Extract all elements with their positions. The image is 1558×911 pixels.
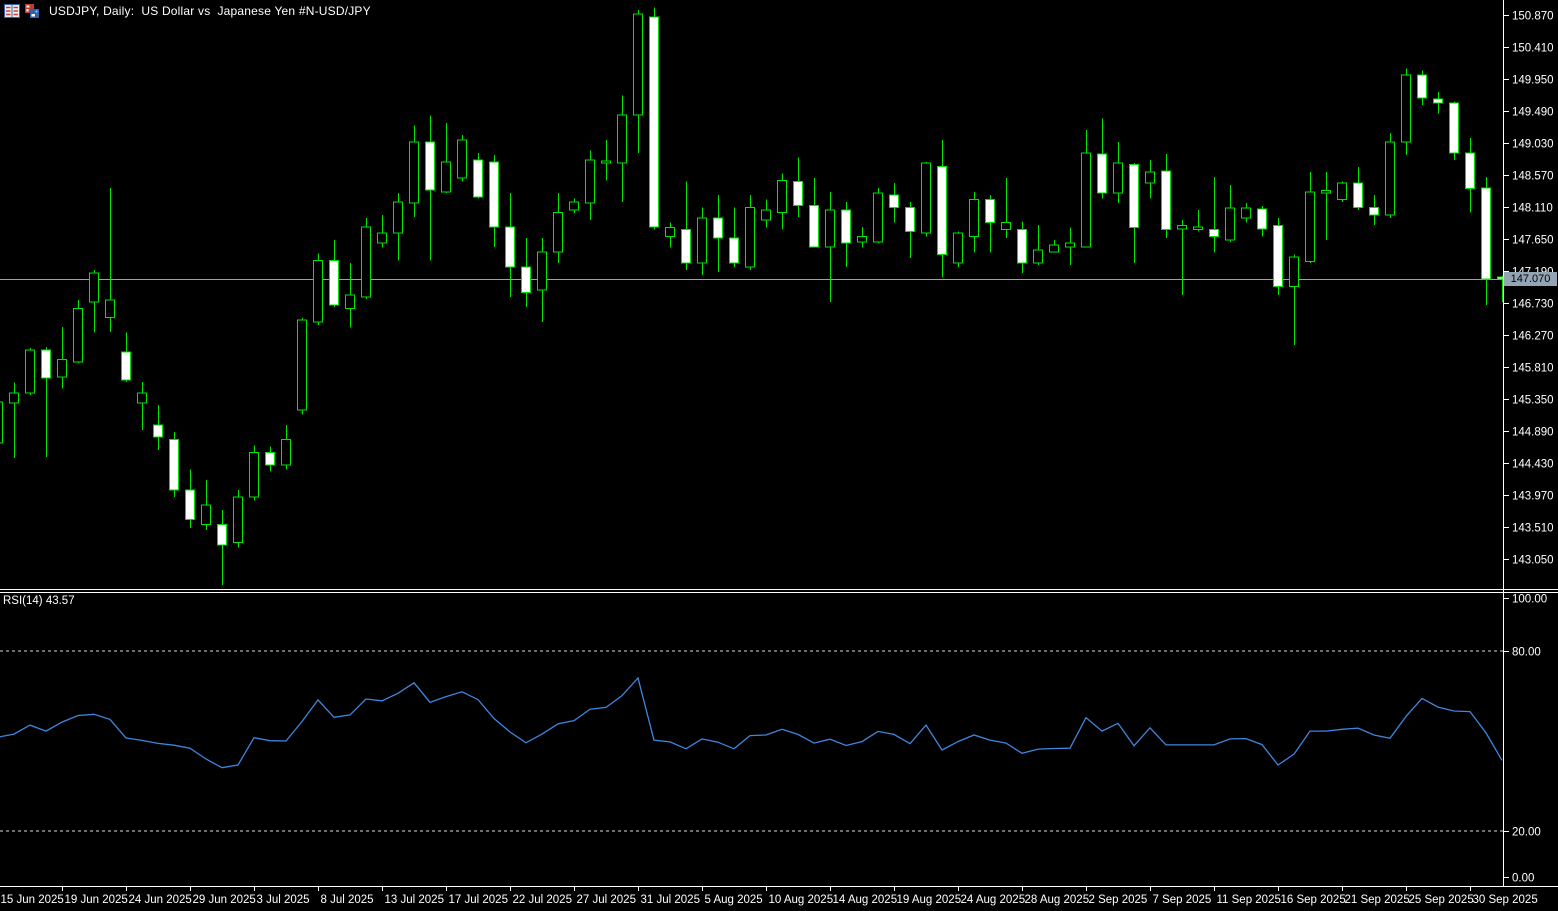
chart-title: USDJPY, Daily: US Dollar vs Japanese Yen… <box>49 4 371 18</box>
svg-text:20.00: 20.00 <box>1512 827 1541 839</box>
svg-text:146.730: 146.730 <box>1512 299 1554 311</box>
price-axis[interactable]: 150.870 150.410 149.950 149.490 149.030 148.5… <box>1503 11 1554 567</box>
svg-text:16 Sep 2025: 16 Sep 2025 <box>1281 894 1346 906</box>
chart-canvas[interactable]: 150.870 150.410 149.950 149.490 149.030 148.5… <box>0 0 1558 911</box>
svg-text:80.00: 80.00 <box>1512 647 1541 659</box>
svg-text:150.410: 150.410 <box>1512 43 1554 55</box>
svg-text:28 Aug 2025: 28 Aug 2025 <box>1025 894 1090 906</box>
svg-text:21 Sep 2025: 21 Sep 2025 <box>1345 894 1410 906</box>
svg-text:149.950: 149.950 <box>1512 75 1554 87</box>
svg-text:19 Jun 2025: 19 Jun 2025 <box>65 894 128 906</box>
svg-text:24 Aug 2025: 24 Aug 2025 <box>961 894 1026 906</box>
svg-text:31 Jul 2025: 31 Jul 2025 <box>641 894 700 906</box>
time-axis[interactable]: 15 Jun 2025 19 Jun 2025 24 Jun 2025 29 Jun … <box>0 886 1538 906</box>
svg-text:149.490: 149.490 <box>1512 107 1554 119</box>
svg-text:11 Sep 2025: 11 Sep 2025 <box>1217 894 1281 906</box>
svg-text:3 Jul 2025: 3 Jul 2025 <box>257 894 310 906</box>
svg-text:13 Jul 2025: 13 Jul 2025 <box>385 894 444 906</box>
svg-text:144.890: 144.890 <box>1512 427 1554 439</box>
svg-text:0.00: 0.00 <box>1512 873 1534 885</box>
svg-text:22 Jul 2025: 22 Jul 2025 <box>513 894 572 906</box>
svg-text:30 Sep 2025: 30 Sep 2025 <box>1473 894 1538 906</box>
svg-text:143.050: 143.050 <box>1512 555 1554 567</box>
chart-windows-icon[interactable] <box>24 3 40 19</box>
svg-text:143.970: 143.970 <box>1512 491 1554 503</box>
indicator-label: RSI(14) 43.57 <box>3 595 75 607</box>
svg-text:2 Sep 2025: 2 Sep 2025 <box>1089 894 1148 906</box>
svg-text:144.430: 144.430 <box>1512 459 1554 471</box>
svg-text:24 Jun 2025: 24 Jun 2025 <box>129 894 192 906</box>
current-price-label: 147.070 <box>1504 272 1557 286</box>
svg-text:27 Jul 2025: 27 Jul 2025 <box>577 894 636 906</box>
svg-text:10 Aug 2025: 10 Aug 2025 <box>769 894 834 906</box>
svg-text:7 Sep 2025: 7 Sep 2025 <box>1153 894 1212 906</box>
svg-text:25 Sep 2025: 25 Sep 2025 <box>1409 894 1474 906</box>
rsi-level-lines <box>0 650 1503 832</box>
svg-text:148.570: 148.570 <box>1512 171 1554 183</box>
svg-text:29 Jun 2025: 29 Jun 2025 <box>193 894 256 906</box>
pane-borders <box>0 0 1558 887</box>
mt-chart-window: 150.870 150.410 149.950 149.490 149.030 148.5… <box>0 0 1558 911</box>
svg-text:19 Aug 2025: 19 Aug 2025 <box>897 894 962 906</box>
svg-text:149.030: 149.030 <box>1512 139 1554 151</box>
svg-text:8 Jul 2025: 8 Jul 2025 <box>321 894 374 906</box>
svg-text:14 Aug 2025: 14 Aug 2025 <box>833 894 898 906</box>
svg-text:145.350: 145.350 <box>1512 395 1554 407</box>
svg-text:147.650: 147.650 <box>1512 235 1554 247</box>
svg-text:15 Jun 2025: 15 Jun 2025 <box>1 894 64 906</box>
quotes-grid-icon[interactable] <box>4 3 20 19</box>
svg-text:150.870: 150.870 <box>1512 11 1554 23</box>
svg-text:146.270: 146.270 <box>1512 331 1554 343</box>
candles-layer[interactable] <box>0 7 1507 586</box>
rsi-axis[interactable]: 100.00 80.00 20.00 0.00 <box>1503 594 1547 885</box>
chart-title-overlay: USDJPY, Daily: US Dollar vs Japanese Yen… <box>4 3 371 19</box>
svg-text:5 Aug 2025: 5 Aug 2025 <box>705 894 763 906</box>
svg-text:100.00: 100.00 <box>1512 594 1547 606</box>
svg-text:143.510: 143.510 <box>1512 523 1554 535</box>
svg-text:17 Jul 2025: 17 Jul 2025 <box>449 894 508 906</box>
svg-text:145.810: 145.810 <box>1512 363 1554 375</box>
rsi-line <box>0 676 1503 769</box>
svg-text:148.110: 148.110 <box>1512 203 1553 215</box>
